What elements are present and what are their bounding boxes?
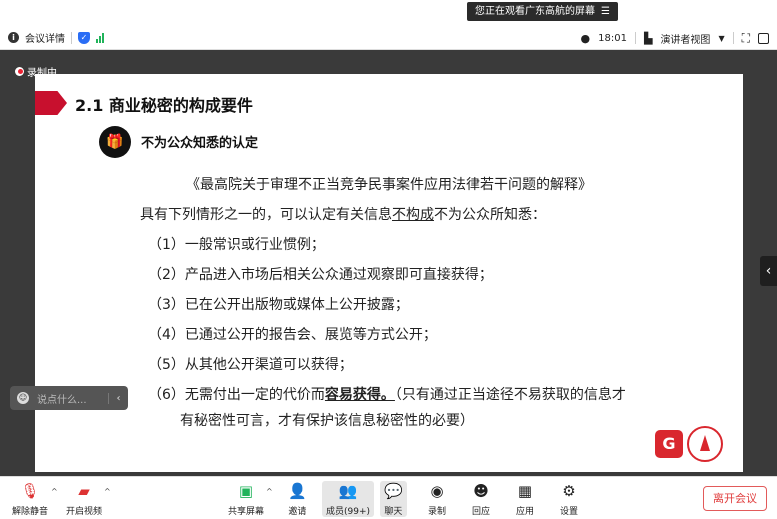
divider [71,31,72,44]
microphone-muted-icon: 🎙 [20,482,40,500]
chevron-down-icon[interactable]: ▼ [718,34,724,43]
members-button[interactable]: 👥 成员(99+) [322,481,375,517]
university-seal-icon [687,426,723,462]
settings-label: 设置 [560,507,579,517]
chat-placeholder: 说点什么... [37,394,87,406]
start-video-button[interactable]: ▰ 开启视频 [66,481,102,517]
meeting-time: 18:01 [598,32,627,44]
divider [732,32,734,44]
reactions-button[interactable]: ☻ 回应 [472,481,490,517]
reactions-label: 回应 [472,507,491,517]
record-label: 录制 [428,507,447,517]
gift-icon: 🎁 [99,126,131,158]
settings-button[interactable]: ⚙ 设置 [560,481,578,517]
slide-subheading: 不为公众知悉的认定 [141,136,259,151]
view-mode-icon[interactable]: ▙ [644,32,652,45]
divider [634,32,636,44]
lead-text-pre: 具有下列情形之一的，可以认定有关信息 [140,207,392,223]
members-icon: 👥 [338,482,358,500]
security-shield-icon[interactable]: ✓ [78,31,90,44]
item6-bold: 容易获得。 [324,387,395,403]
view-mode-dropdown[interactable]: 演讲者视图 [660,31,710,46]
network-signal-icon[interactable] [96,32,104,43]
meeting-info-bar: i 会议详情 ✓ ● 18:01 ▙ 演讲者视图 ▼ ⛶ [0,26,777,50]
presentation-slide: 2.1 商业秘密的构成要件 🎁 不为公众知悉的认定 《最高院关于审理不正当竞争民… [35,74,743,472]
invite-button[interactable]: 👤 邀请 [288,481,307,517]
apps-label: 应用 [516,507,535,517]
list-item: （3）已在公开出版物或媒体上公开披露； [148,297,409,313]
start-video-label: 开启视频 [66,507,103,517]
lead-text-post: 不为公众所知悉： [434,207,546,223]
clock-icon: ● [580,31,591,45]
menu-icon[interactable]: ☰ [601,2,610,21]
apps-button[interactable]: ▦ 应用 [516,481,534,517]
share-screen-button[interactable]: ▣ 共享屏幕 [228,481,264,517]
fullscreen-icon[interactable]: ⛶ [742,31,750,46]
slide-heading: 2.1 商业秘密的构成要件 [75,96,253,115]
recording-icon [15,67,24,76]
unmute-label: 解除静音 [12,507,49,517]
list-item: （4）已通过公开的报告会、展览等方式公开； [148,327,437,343]
item6-pre: （6）无需付出一定的代价而 [148,387,325,403]
screen-share-text: 您正在观看广东高航的屏幕 [475,6,595,17]
lead-sentence: 具有下列情形之一的，可以认定有关信息不构成不为公众所知悉： [140,204,546,224]
gear-icon: ⚙ [562,482,576,500]
chat-bubble-icon: 💬 [384,482,403,500]
chat-button[interactable]: 💬 聊天 [380,481,407,517]
chevron-left-icon[interactable]: ‹ [760,256,777,286]
video-options-chevron-icon[interactable]: ^ [104,487,111,496]
audio-options-chevron-icon[interactable]: ^ [51,487,58,496]
list-item: （1）一般常识或行业惯例； [148,237,325,253]
reaction-emoji-icon: ☻ [473,482,489,500]
list-item-continuation: 有秘密性可言，才有保护该信息秘密性的必要） [180,413,474,429]
list-item: （6）无需付出一定的代价而容易获得。（只有通过正当途径不易获取的信息才 [148,384,626,404]
top-strip: 您正在观看广东高航的屏幕 ☰ [0,0,777,26]
unmute-button[interactable]: 🎙 解除静音 [12,481,48,517]
invite-user-icon: 👤 [288,482,307,500]
camera-off-icon: ▰ [78,482,90,500]
shared-screen-stage: 录制中 2.1 商业秘密的构成要件 🎁 不为公众知悉的认定 《最高院关于审理不正… [0,50,777,476]
record-button[interactable]: ◉ 录制 [428,481,446,517]
info-icon[interactable]: i [8,32,19,43]
apps-grid-icon: ▦ [517,482,533,500]
share-screen-label: 共享屏幕 [228,507,265,517]
emoji-icon[interactable]: ☺ [17,392,29,404]
share-options-chevron-icon[interactable]: ^ [266,487,273,496]
sidebar-toggle-icon[interactable] [758,32,769,44]
collapse-chat-icon[interactable]: ‹ [108,392,128,404]
university-logo-icon: G [655,430,683,458]
leave-meeting-button[interactable]: 离开会议 [703,486,767,511]
invite-label: 邀请 [288,507,307,517]
members-label: 成员(99+) [326,507,371,517]
screen-share-banner[interactable]: 您正在观看广东高航的屏幕 ☰ [467,2,618,21]
list-item: （2）产品进入市场后相关公众通过观察即可直接获得； [148,267,493,283]
lead-text-underline: 不构成 [392,207,434,223]
law-title: 《最高院关于审理不正当竞争民事案件应用法律若干问题的解释》 [186,177,592,193]
meeting-details-link[interactable]: 会议详情 [25,30,65,45]
heading-arrow-shape [35,91,67,115]
chat-input[interactable]: ☺ 说点什么... ‹ [10,386,128,410]
chat-label: 聊天 [384,507,403,517]
record-icon: ◉ [430,482,444,500]
item6-post: （只有通过正当途径不易获取的信息才 [394,387,626,403]
list-item: （5）从其他公开渠道可以获得； [148,357,353,373]
share-screen-icon: ▣ [238,482,254,500]
meeting-toolbar: 🎙 解除静音 ^ ▰ 开启视频 ^ ▣ 共享屏幕 ^ 👤 邀请 👥 成员(99+… [0,476,777,519]
